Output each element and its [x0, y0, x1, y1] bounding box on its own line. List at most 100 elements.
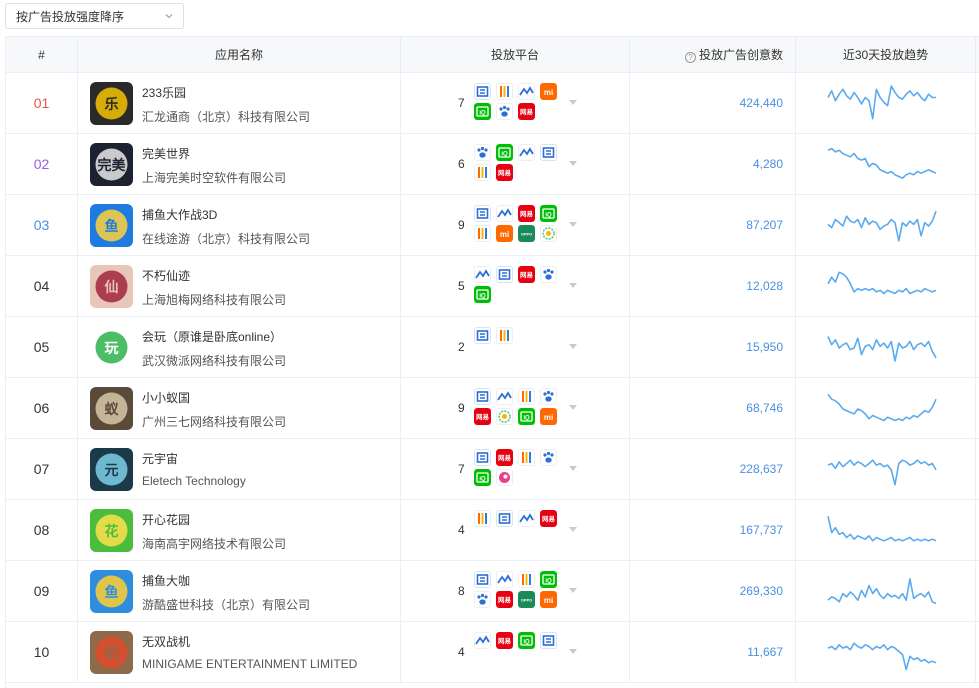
app-cell[interactable]: 玩 会玩（原谁是卧底online） 武汉微派网络科技有限公司: [78, 317, 401, 378]
table-row[interactable]: 04 仙 不朽仙迹 上海旭梅网络科技有限公司 5 网易 iQ 12,028: [6, 256, 979, 317]
app-cell[interactable]: 机 无双战机 MINIGAME ENTERTAINMENT LIMITED: [78, 622, 401, 683]
header-rank: #: [6, 37, 78, 73]
expand-arrow-icon[interactable]: [569, 405, 577, 411]
app-name[interactable]: 捕鱼大作战3D: [142, 206, 217, 223]
ant-icon[interactable]: 蚁: [90, 387, 133, 430]
platform-toutiao-icon: [496, 266, 513, 283]
header-count-label: 投放广告创意数: [698, 48, 783, 62]
app-name[interactable]: 233乐园: [142, 84, 186, 101]
jet-icon[interactable]: 机: [90, 631, 133, 674]
platform-wangyi-icon: 网易: [518, 103, 535, 120]
platform-kuaishou-icon: [474, 510, 491, 527]
app-cell[interactable]: 元 元宇宙 Eletech Technology: [78, 439, 401, 500]
app-name[interactable]: 小小蚁国: [142, 389, 190, 406]
table-row[interactable]: 07 元 元宇宙 Eletech Technology 7 网易 iQ 228,637: [6, 439, 979, 500]
expand-arrow-icon[interactable]: [569, 649, 577, 655]
svg-text:网易: 网易: [498, 636, 511, 645]
svg-text:iQ: iQ: [523, 416, 530, 422]
app-cell[interactable]: 仙 不朽仙迹 上海旭梅网络科技有限公司: [78, 256, 401, 317]
creative-count[interactable]: 12,028: [630, 256, 796, 317]
creative-count[interactable]: 424,440: [630, 73, 796, 134]
trend-line: [827, 578, 937, 605]
expand-arrow-icon[interactable]: [569, 588, 577, 594]
table-row[interactable]: 06 蚁 小小蚁国 广州三七网络科技有限公司 9 网易 iQ mi 68,746: [6, 378, 979, 439]
creative-count[interactable]: 15,950: [630, 317, 796, 378]
trend-sparkline: [827, 211, 937, 242]
platform-wps-icon: [496, 205, 513, 222]
table-row[interactable]: 01 乐 233乐园 汇龙通商（北京）科技有限公司 7 mi iQ 网易 424,440: [6, 73, 979, 134]
app-name[interactable]: 不朽仙迹: [142, 267, 190, 284]
svg-text:网易: 网易: [542, 514, 555, 523]
expand-arrow-icon[interactable]: [569, 161, 577, 167]
expand-arrow-icon[interactable]: [569, 222, 577, 228]
app-cell[interactable]: 蚁 小小蚁国 广州三七网络科技有限公司: [78, 378, 401, 439]
yuan-icon[interactable]: 元: [90, 448, 133, 491]
platform-count: 9: [458, 401, 465, 415]
table-row[interactable]: 08 花 开心花园 海南高宇网络技术有限公司 4 网易 167,737: [6, 500, 979, 561]
creative-count[interactable]: 228,637: [630, 439, 796, 500]
expand-arrow-icon[interactable]: [569, 283, 577, 289]
fish-icon[interactable]: 鱼: [90, 204, 133, 247]
platform-iqiyi-icon: iQ: [496, 144, 513, 161]
platform-wangyi-icon: 网易: [496, 591, 513, 608]
xian-icon[interactable]: 仙: [90, 265, 133, 308]
trend-sparkline: [827, 642, 937, 671]
app-cell[interactable]: 鱼 捕鱼大咖 游酷盛世科技（北京）有限公司: [78, 561, 401, 622]
trend-line: [827, 147, 937, 179]
rank: 08: [6, 500, 78, 561]
creative-count[interactable]: 87,207: [630, 195, 796, 256]
platform-baidu-icon: [474, 144, 491, 161]
expand-arrow-icon[interactable]: [569, 466, 577, 472]
app-icon-text: 完美: [98, 157, 127, 174]
header-count[interactable]: ? 投放广告创意数: [630, 37, 796, 73]
creative-count[interactable]: 269,330: [630, 561, 796, 622]
table-row[interactable]: 09 鱼 捕鱼大咖 游酷盛世科技（北京）有限公司 8 iQ 网易 OPPO mi 269,330: [6, 561, 979, 622]
expand-arrow-icon[interactable]: [569, 344, 577, 350]
app-company: Eletech Technology: [142, 474, 246, 488]
expand-arrow-icon[interactable]: [569, 527, 577, 533]
app-name[interactable]: 开心花园: [142, 511, 190, 528]
svg-text:网易: 网易: [520, 107, 533, 116]
app-cell[interactable]: 完美 完美世界 上海完美时空软件有限公司: [78, 134, 401, 195]
trend-line: [827, 516, 937, 542]
platform-kuaishou-icon: [518, 388, 535, 405]
creative-count[interactable]: 11,667: [630, 622, 796, 683]
sort-select[interactable]: 按广告投放强度降序: [5, 3, 184, 29]
app-cell[interactable]: 乐 233乐园 汇龙通商（北京）科技有限公司: [78, 73, 401, 134]
platform-iqiyi-icon: iQ: [518, 632, 535, 649]
creative-count[interactable]: 4,280: [630, 134, 796, 195]
app-name[interactable]: 捕鱼大咖: [142, 572, 190, 589]
table-row[interactable]: 10 机 无双战机 MINIGAME ENTERTAINMENT LIMITED 4 网易…: [6, 622, 979, 683]
app-icon-text: 机: [105, 645, 119, 662]
table-row[interactable]: 05 玩 会玩（原谁是卧底online） 武汉微派网络科技有限公司 2 15,950: [6, 317, 979, 378]
svg-text:iQ: iQ: [523, 640, 530, 646]
table-row[interactable]: 03 鱼 捕鱼大作战3D 在线途游（北京）科技有限公司 9 网易 iQ mi OPPO 87,20…: [6, 195, 979, 256]
dakafish-icon[interactable]: 鱼: [90, 570, 133, 613]
app-name[interactable]: 无双战机: [142, 633, 190, 650]
platform-cell: 9 网易 iQ mi: [401, 378, 630, 439]
platform-count: 8: [458, 584, 465, 598]
huiwan-icon[interactable]: 玩: [90, 326, 133, 369]
svg-text:OPPO: OPPO: [521, 232, 533, 237]
le-icon[interactable]: 乐: [90, 82, 133, 125]
platform-wangyi-icon: 网易: [496, 164, 513, 181]
app-cell[interactable]: 鱼 捕鱼大作战3D 在线途游（北京）科技有限公司: [78, 195, 401, 256]
platform-iqiyi-icon: iQ: [474, 286, 491, 303]
platform-cell: 6 iQ 网易: [401, 134, 630, 195]
app-name[interactable]: 完美世界: [142, 145, 190, 162]
trend-line: [827, 271, 937, 295]
app-name[interactable]: 会玩（原谁是卧底online）: [142, 328, 282, 345]
svg-text:网易: 网易: [498, 168, 511, 177]
garden-icon[interactable]: 花: [90, 509, 133, 552]
help-icon[interactable]: ?: [684, 52, 696, 63]
svg-text:网易: 网易: [520, 209, 533, 218]
sort-select-label: 按广告投放强度降序: [16, 9, 125, 24]
app-cell[interactable]: 花 开心花园 海南高宇网络技术有限公司: [78, 500, 401, 561]
app-name[interactable]: 元宇宙: [142, 450, 178, 467]
trend-cell: [796, 134, 976, 195]
creative-count[interactable]: 68,746: [630, 378, 796, 439]
expand-arrow-icon[interactable]: [569, 100, 577, 106]
creative-count[interactable]: 167,737: [630, 500, 796, 561]
wanmei-icon[interactable]: 完美: [90, 143, 133, 186]
table-row[interactable]: 02 完美 完美世界 上海完美时空软件有限公司 6 iQ 网易 4,280: [6, 134, 979, 195]
